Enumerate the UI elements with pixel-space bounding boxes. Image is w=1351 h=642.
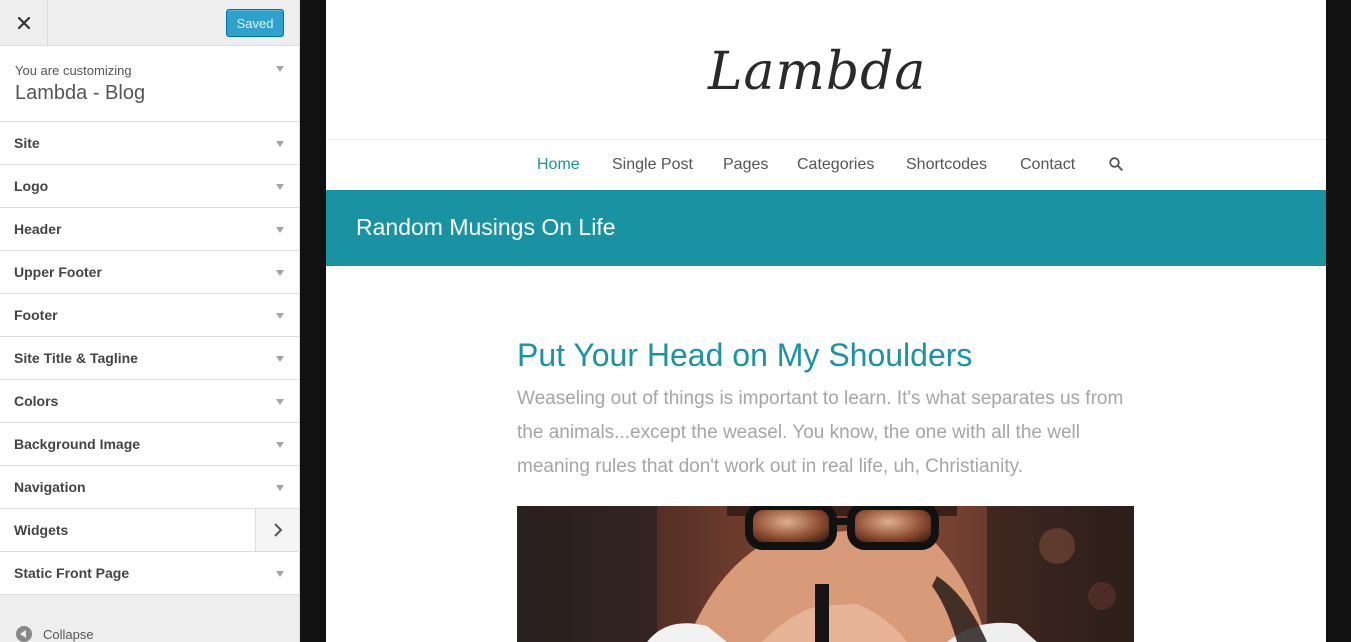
- sidebar-header: Saved: [0, 0, 299, 46]
- featured-photo: [517, 506, 1134, 642]
- nav-item-shortcodes[interactable]: Shortcodes: [906, 156, 987, 174]
- nav-item-home[interactable]: Home: [537, 156, 580, 174]
- section-label: Widgets: [14, 522, 69, 538]
- chevron-down-icon: [276, 571, 284, 577]
- collapse-label: Collapse: [43, 626, 94, 642]
- section-widgets[interactable]: Widgets: [0, 509, 299, 552]
- section-background-image[interactable]: Background Image: [0, 423, 299, 466]
- site-logo-area: Lambda: [326, 0, 1326, 140]
- post-featured-image[interactable]: [517, 506, 1134, 642]
- section-colors[interactable]: Colors: [0, 380, 299, 423]
- customizing-info[interactable]: You are customizing Lambda - Blog: [0, 46, 299, 122]
- section-label: Site Title & Tagline: [14, 350, 138, 366]
- close-icon: [17, 16, 30, 29]
- chevron-down-icon: [276, 270, 284, 276]
- section-site[interactable]: Site: [0, 122, 299, 165]
- section-header[interactable]: Header: [0, 208, 299, 251]
- nav-item-single-post[interactable]: Single Post: [612, 156, 693, 174]
- chevron-down-icon: [276, 356, 284, 362]
- main-navigation: Home Single Post Pages Categories Shortc…: [326, 140, 1326, 190]
- section-label: Upper Footer: [14, 264, 102, 280]
- saved-button[interactable]: Saved: [226, 9, 284, 37]
- section-static-front-page[interactable]: Static Front Page: [0, 552, 299, 595]
- site-logo[interactable]: Lambda: [708, 42, 926, 102]
- section-label: Footer: [14, 307, 58, 323]
- section-site-title-tagline[interactable]: Site Title & Tagline: [0, 337, 299, 380]
- customizer-sidebar: Saved You are customizing Lambda - Blog …: [0, 0, 300, 642]
- chevron-down-icon: [276, 141, 284, 147]
- section-label: Navigation: [14, 479, 86, 495]
- close-button[interactable]: [0, 0, 48, 45]
- chevron-down-icon: [276, 485, 284, 491]
- page-banner: Random Musings On Life: [326, 190, 1326, 266]
- chevron-down-icon: [276, 66, 284, 72]
- theme-title: Lambda - Blog: [15, 82, 146, 104]
- nav-item-pages[interactable]: Pages: [723, 156, 768, 174]
- section-label: Site: [14, 135, 40, 151]
- customizer-sections: Site Logo Header Upper Footer Footer Sit…: [0, 122, 299, 595]
- post-excerpt: Weaseling out of things is important to …: [517, 388, 1124, 477]
- widgets-open-button[interactable]: [255, 509, 299, 551]
- section-label: Logo: [14, 178, 49, 194]
- customizing-caption: You are customizing: [15, 63, 132, 78]
- chevron-down-icon: [276, 442, 284, 448]
- section-label: Static Front Page: [14, 565, 130, 581]
- chevron-down-icon: [276, 399, 284, 405]
- chevron-down-icon: [276, 184, 284, 190]
- search-icon[interactable]: [1109, 157, 1123, 171]
- collapse-button[interactable]: Collapse: [16, 626, 94, 642]
- section-label: Background Image: [14, 436, 141, 452]
- nav-item-contact[interactable]: Contact: [1020, 156, 1075, 174]
- section-label: Header: [14, 221, 62, 237]
- nav-item-categories[interactable]: Categories: [797, 156, 874, 174]
- chevron-right-icon: [273, 523, 282, 537]
- post-title[interactable]: Put Your Head on My Shoulders: [517, 337, 972, 374]
- section-label: Colors: [14, 393, 59, 409]
- section-upper-footer[interactable]: Upper Footer: [0, 251, 299, 294]
- chevron-down-icon: [276, 313, 284, 319]
- collapse-icon: [16, 626, 32, 642]
- banner-title: Random Musings On Life: [356, 214, 616, 240]
- section-footer[interactable]: Footer: [0, 294, 299, 337]
- site-preview: Lambda Home Single Post Pages Categories…: [326, 0, 1326, 642]
- chevron-down-icon: [276, 227, 284, 233]
- section-navigation[interactable]: Navigation: [0, 466, 299, 509]
- section-logo[interactable]: Logo: [0, 165, 299, 208]
